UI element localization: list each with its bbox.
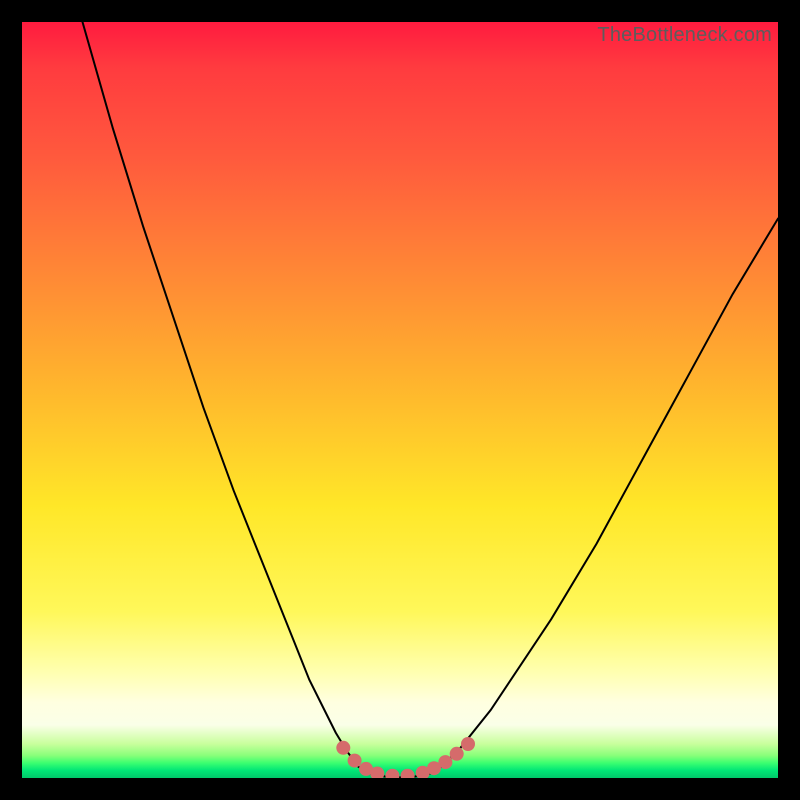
marker-dot — [348, 754, 362, 768]
marker-group — [336, 737, 475, 778]
marker-dot — [450, 747, 464, 761]
chart-frame: TheBottleneck.com — [0, 0, 800, 800]
chart-plot-area: TheBottleneck.com — [22, 22, 778, 778]
marker-dot — [336, 741, 350, 755]
marker-dot — [401, 769, 415, 778]
chart-svg — [22, 22, 778, 778]
curve-group — [83, 22, 779, 777]
bottleneck-curve-path — [83, 22, 779, 777]
marker-dot — [385, 769, 399, 778]
marker-dot — [461, 737, 475, 751]
marker-dot — [438, 755, 452, 769]
